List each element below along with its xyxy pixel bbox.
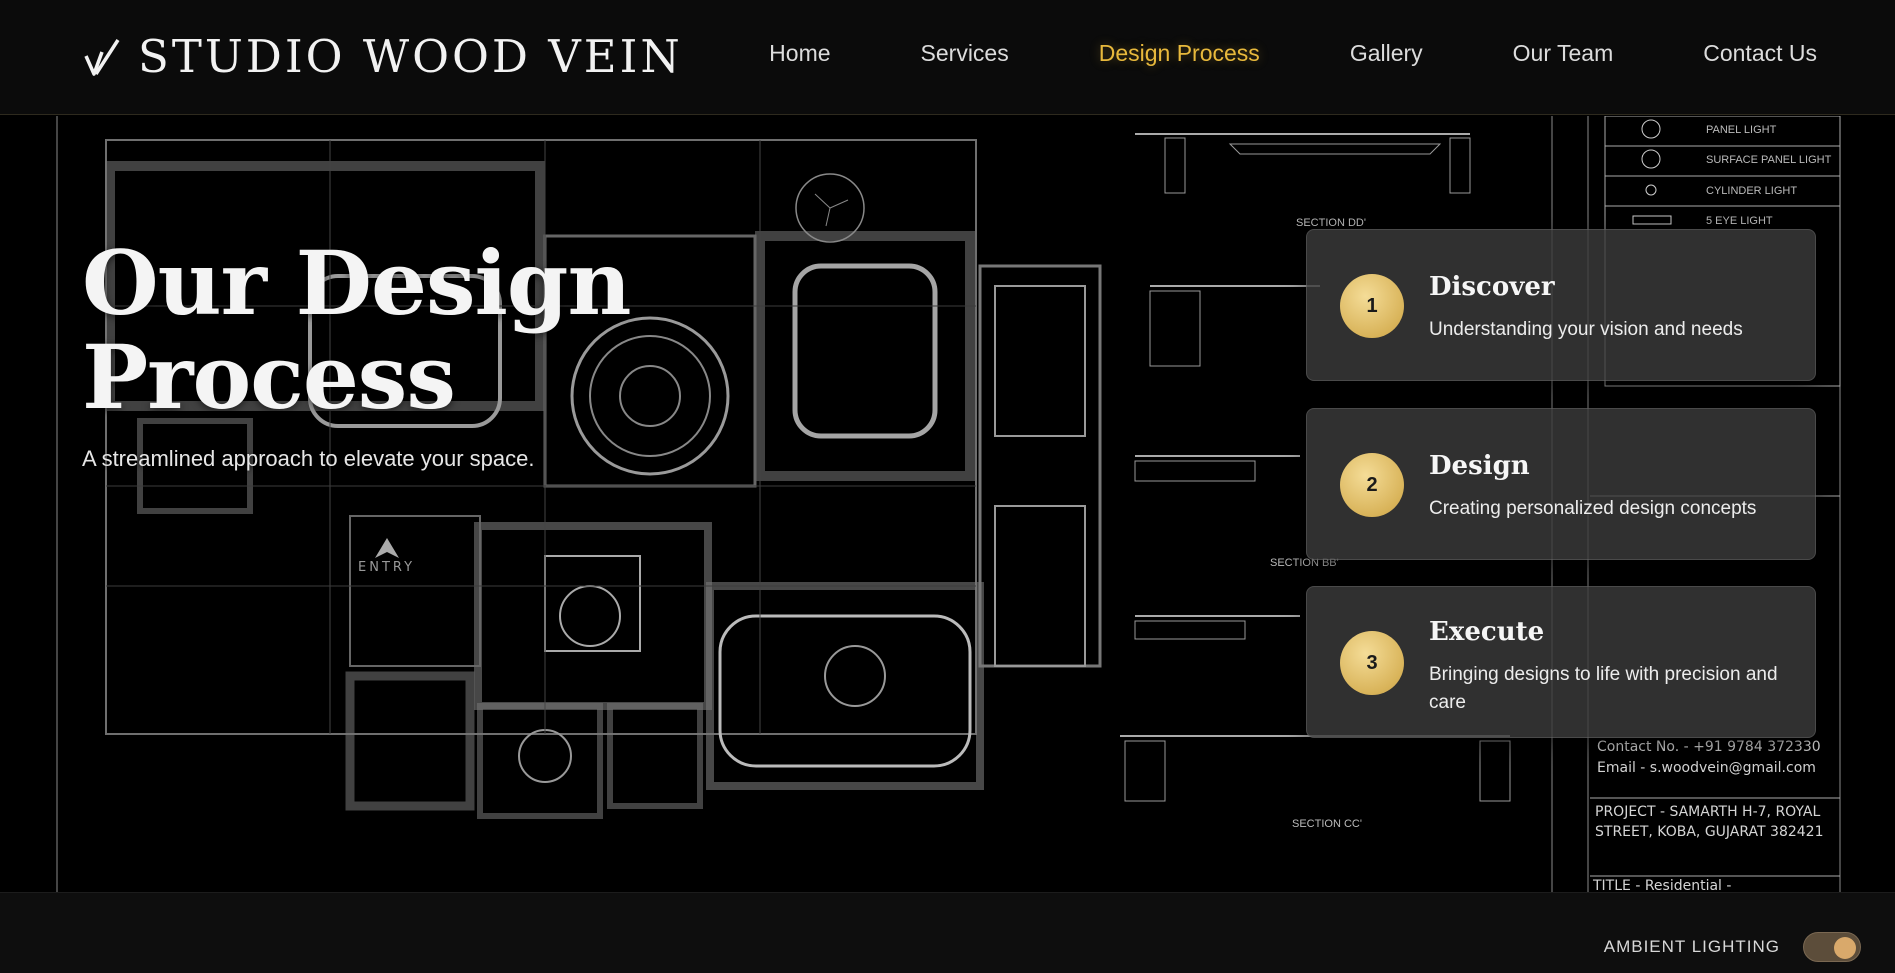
main-nav: Home Services Design Process Gallery Our… (679, 40, 1817, 67)
entry-marker: ENTRY (358, 538, 415, 575)
legend-5-eye-light: 5 EYE LIGHT (1706, 215, 1773, 227)
project-line-2: STREET, KOBA, GUJARAT 382421 (1595, 824, 1823, 840)
wood-vein-logo-icon (84, 39, 120, 76)
entry-label: ENTRY (358, 560, 415, 575)
step-description: Bringing designs to life with precision … (1429, 664, 1778, 713)
page-subtitle: A streamlined approach to elevate your s… (82, 446, 535, 471)
step-title: Discover (1429, 272, 1555, 302)
bottom-bar: AMBIENT LIGHTING (0, 892, 1895, 973)
nav-home[interactable]: Home (769, 40, 830, 67)
legend-panel-light: PANEL LIGHT (1706, 124, 1777, 136)
step-number-badge: 2 (1340, 453, 1404, 517)
step-title: Design (1429, 451, 1530, 481)
step-title: Execute (1429, 617, 1545, 647)
section-cc-label: SECTION CC' (1292, 818, 1362, 830)
legend-cylinder-light: CYLINDER LIGHT (1706, 185, 1797, 197)
step-card-design: 2 Design Creating personalized design co… (1306, 408, 1816, 560)
nav-design-process[interactable]: Design Process (1099, 40, 1260, 67)
brand-name: STUDIO WOOD VEIN (138, 29, 683, 83)
title-block-text: TITLE - Residential - (1592, 878, 1731, 892)
step-card-execute: 3 Execute Bringing designs to life with … (1306, 586, 1816, 738)
section-dd-label: SECTION DD' (1296, 217, 1366, 229)
site-header: STUDIO WOOD VEIN Home Services Design Pr… (0, 0, 1895, 115)
entry-arrow-icon (375, 538, 399, 558)
nav-gallery[interactable]: Gallery (1350, 40, 1423, 67)
page-title: Our Design Process (82, 231, 631, 429)
contact-number-text: Contact No. - +91 9784 372330 (1597, 739, 1821, 755)
nav-services[interactable]: Services (921, 40, 1009, 67)
toggle-knob (1834, 937, 1856, 959)
step-card-discover: 1 Discover Understanding your vision and… (1306, 229, 1816, 381)
ambient-lighting-label: AMBIENT LIGHTING (1603, 937, 1780, 956)
step-description: Understanding your vision and needs (1429, 319, 1743, 340)
step-number-badge: 3 (1340, 631, 1404, 695)
brand-logo[interactable]: STUDIO WOOD VEIN (82, 28, 683, 84)
nav-our-team[interactable]: Our Team (1513, 40, 1614, 67)
contact-email-text: Email - s.woodvein@gmail.com (1597, 760, 1816, 776)
step-description: Creating personalized design concepts (1429, 498, 1757, 519)
nav-contact-us[interactable]: Contact Us (1703, 40, 1817, 67)
ambient-lighting-toggle[interactable] (1803, 932, 1861, 962)
step-number-badge: 1 (1340, 274, 1404, 338)
legend-surface-panel-light: SURFACE PANEL LIGHT (1706, 154, 1832, 166)
project-line-1: PROJECT - SAMARTH H-7, ROYAL (1595, 804, 1820, 820)
